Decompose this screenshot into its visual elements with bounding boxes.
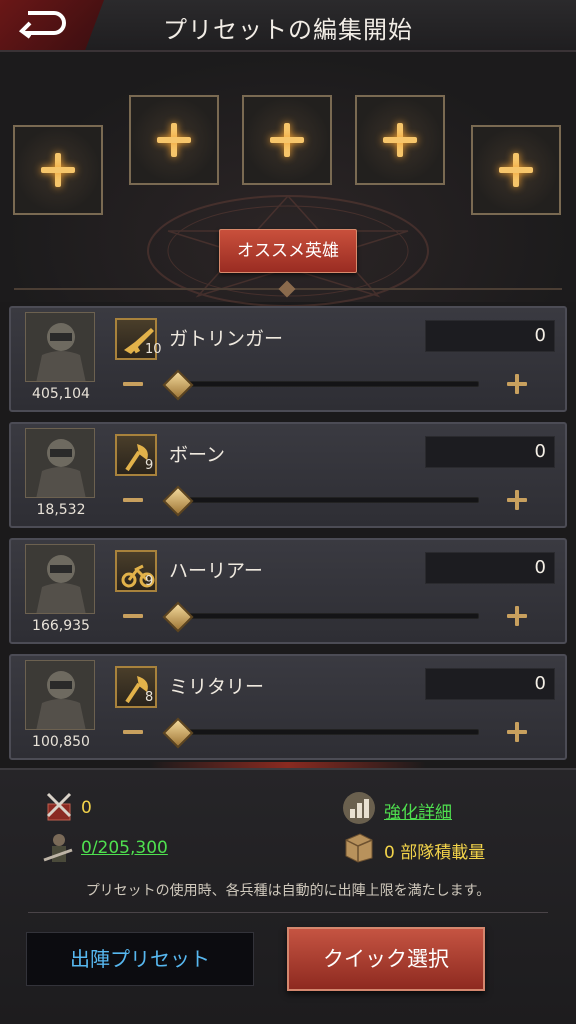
hero-power: 100,850 (32, 734, 90, 750)
deploy-preset-button[interactable]: 出陣プリセット (26, 932, 254, 986)
troop-name: ガトリンガー (169, 328, 284, 350)
plus-icon (157, 123, 191, 157)
load-capacity-text: 0 部隊積載量 (384, 843, 486, 863)
enhance-details-link[interactable]: 強化詳細 (384, 798, 452, 823)
crate-icon (345, 833, 373, 863)
decrease-button[interactable] (121, 720, 145, 744)
slider-thumb[interactable] (163, 370, 191, 398)
enhance-chart-icon (343, 792, 375, 824)
troop-level: 8 (145, 690, 154, 705)
power-swords-icon (46, 792, 72, 821)
troop-level: 9 (145, 458, 154, 473)
page-title: プリセットの編集開始 (163, 16, 413, 44)
troop-name: ハーリアー (169, 560, 263, 582)
slider-thumb[interactable] (163, 602, 191, 630)
quantity-slider-track[interactable] (177, 613, 479, 619)
hero-slot-1[interactable] (13, 125, 103, 215)
hero-avatar[interactable] (25, 428, 95, 498)
plus-icon (41, 153, 75, 187)
plus-icon (383, 123, 417, 157)
decrease-button[interactable] (121, 372, 145, 396)
hero-portrait-icon (26, 661, 94, 729)
hero-card: 18,532 9 ボーン 0 (9, 422, 567, 528)
plus-icon (270, 123, 304, 157)
hero-avatar[interactable] (25, 312, 95, 382)
hero-card: 100,850 8 ミリタリー 0 (9, 654, 567, 760)
hero-portrait-icon (26, 429, 94, 497)
slider-thumb[interactable] (163, 486, 191, 514)
preset-note: プリセットの使用時、各兵種は自動的に出陣上限を満たします。 (85, 883, 491, 899)
quantity-input[interactable]: 0 (425, 320, 555, 352)
hero-slot-2[interactable] (129, 95, 219, 185)
decrease-button[interactable] (121, 488, 145, 512)
quantity-input[interactable]: 0 (425, 436, 555, 468)
hero-slot-4[interactable] (355, 95, 445, 185)
troop-name: ボーン (169, 444, 226, 466)
hero-power: 405,104 (32, 386, 90, 402)
hero-card: 405,104 10 ガトリンガー 0 (9, 306, 567, 412)
hero-card: 166,935 9 ハーリアー 0 (9, 538, 567, 644)
decrease-button[interactable] (121, 604, 145, 628)
hero-avatar[interactable] (25, 544, 95, 614)
quantity-slider-track[interactable] (177, 729, 479, 735)
troop-level: 9 (145, 574, 154, 589)
slider-thumb[interactable] (163, 718, 191, 746)
hero-power: 166,935 (32, 618, 90, 634)
quantity-input[interactable]: 0 (425, 668, 555, 700)
soldier-icon (43, 834, 73, 862)
hero-power: 18,532 (36, 502, 86, 518)
quantity-slider-track[interactable] (177, 497, 479, 503)
increase-button[interactable] (505, 720, 529, 744)
troop-level: 10 (145, 342, 162, 357)
quick-select-button[interactable]: クイック選択 (287, 927, 485, 991)
header: プリセットの編集開始 (0, 0, 576, 52)
increase-button[interactable] (505, 488, 529, 512)
increase-button[interactable] (505, 372, 529, 396)
hero-slot-5[interactable] (471, 125, 561, 215)
hero-avatar[interactable] (25, 660, 95, 730)
hero-portrait-icon (26, 313, 94, 381)
troop-name: ミリタリー (169, 676, 265, 698)
plus-icon (499, 153, 533, 187)
recommend-heroes-button[interactable]: オススメ英雄 (219, 229, 357, 273)
troops-link[interactable]: 0/205,300 (81, 838, 168, 858)
divider (28, 912, 548, 913)
power-value: 0 (81, 798, 92, 818)
quantity-slider-track[interactable] (177, 381, 479, 387)
hero-portrait-icon (26, 545, 94, 613)
load-capacity: 0 部隊積載量 (384, 838, 485, 863)
quantity-input[interactable]: 0 (425, 552, 555, 584)
increase-button[interactable] (505, 604, 529, 628)
hero-slot-3[interactable] (242, 95, 332, 185)
